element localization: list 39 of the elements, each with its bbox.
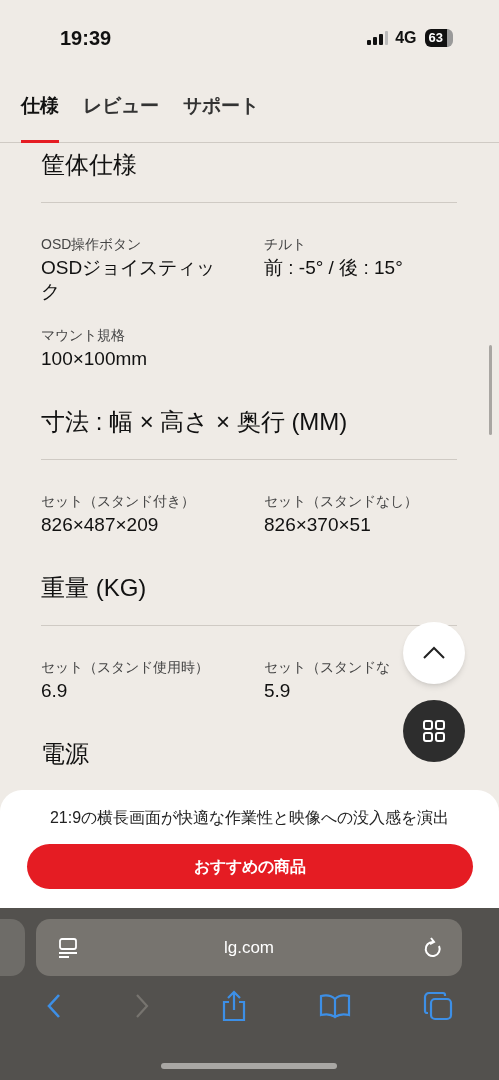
battery-indicator: 63 <box>424 29 453 47</box>
spec-value: 826×487×209 <box>41 513 160 537</box>
status-time: 19:39 <box>60 26 112 51</box>
signal-icon <box>367 31 390 45</box>
reload-icon <box>424 936 444 959</box>
spec-label: セット（スタンド使用時） <box>41 658 210 676</box>
spec-value: 826×370×51 <box>264 513 372 537</box>
reader-icon <box>58 936 78 959</box>
section-heading: 寸法 : 幅 × 高さ × 奥行 (MM) <box>41 407 348 437</box>
section-heading: 重量 (KG) <box>41 573 147 603</box>
address-bar[interactable]: lg.com <box>36 919 462 976</box>
spec-value: 前 : -5° / 後 : 15° <box>264 256 404 280</box>
spec-value: 100×100mm <box>41 347 149 371</box>
chevron-up-icon <box>422 646 446 660</box>
tab[interactable]: サポート <box>183 91 259 143</box>
network-label: 4G <box>395 28 417 48</box>
promo-text: 21:9の横長画面が快適な作業性と映像への没入感を演出 <box>49 808 450 828</box>
scroll-top-button[interactable] <box>403 622 465 684</box>
spec-label: マウント規格 <box>41 326 126 344</box>
spec-value: OSDジョイスティック <box>41 256 217 304</box>
tab[interactable]: 仕様 <box>21 91 59 143</box>
forward-icon[interactable] <box>133 993 150 1019</box>
spec-label: セット（スタンド付き） <box>41 492 196 510</box>
spec-label: セット（スタンドなし） <box>264 492 419 510</box>
spec-label: セット（スタンドな <box>264 658 391 676</box>
share-icon[interactable] <box>221 990 248 1022</box>
back-icon[interactable] <box>45 993 62 1019</box>
grid-icon <box>422 719 446 743</box>
spec-value: 6.9 <box>41 679 69 703</box>
tabs-icon[interactable] <box>423 991 454 1021</box>
recommended-products-button[interactable]: おすすめの商品 <box>26 844 473 889</box>
spec-label: OSD操作ボタン <box>41 235 143 253</box>
tab[interactable]: レビュー <box>83 91 159 143</box>
section-heading: 筐体仕様 <box>41 150 137 180</box>
section-heading: 電源 <box>41 739 89 769</box>
url-text: lg.com <box>223 936 275 959</box>
spec-label: チルト <box>264 235 307 253</box>
bookmarks-icon[interactable] <box>319 993 352 1019</box>
spec-value: 5.9 <box>264 679 292 703</box>
